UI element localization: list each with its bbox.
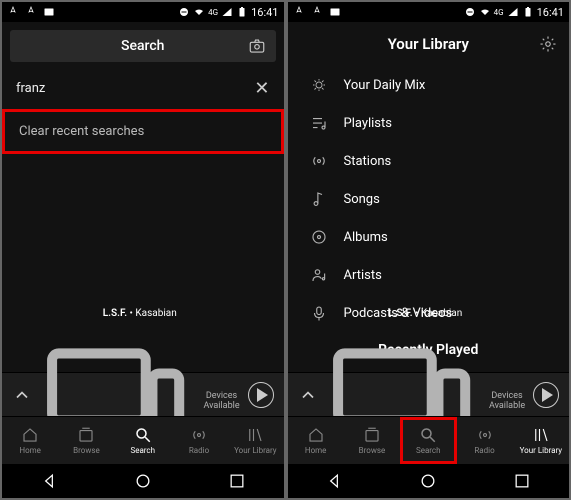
- recents-button[interactable]: [512, 471, 532, 491]
- phone-left: 4G 16:41 Search franz ✕ Clear recent sea…: [2, 2, 284, 498]
- page-title: Your Library: [388, 35, 469, 53]
- android-nav-bar: [2, 464, 284, 498]
- network-label: 4G: [494, 8, 504, 17]
- location-icon: [311, 6, 323, 18]
- lib-item-stations[interactable]: Stations: [288, 142, 570, 180]
- chevron-up-icon[interactable]: [298, 385, 318, 405]
- tab-browse[interactable]: Browse: [58, 417, 114, 464]
- clear-recent-searches[interactable]: Clear recent searches: [2, 109, 284, 154]
- recents-button[interactable]: [227, 471, 247, 491]
- image-notification-icon: [329, 6, 341, 18]
- wifi-icon: [193, 6, 205, 18]
- search-header: Search: [2, 22, 284, 70]
- location-icon: [7, 6, 19, 18]
- remove-recent-icon[interactable]: ✕: [254, 78, 269, 99]
- bottom-tabs: Home Browse Search Radio Your Library: [2, 416, 284, 464]
- tab-browse[interactable]: Browse: [344, 417, 400, 464]
- android-nav-bar: [288, 464, 570, 498]
- home-icon: [21, 426, 39, 444]
- home-button[interactable]: [418, 471, 438, 491]
- location-icon: [293, 6, 305, 18]
- lib-item-albums[interactable]: Albums: [288, 218, 570, 256]
- status-bar: 4G 16:41: [288, 2, 570, 22]
- camera-icon[interactable]: [248, 37, 266, 55]
- back-button[interactable]: [39, 471, 59, 491]
- stations-icon: [310, 152, 328, 170]
- daily-mix-icon: [310, 76, 328, 94]
- search-query: franz: [16, 81, 45, 96]
- search-icon: [134, 426, 152, 444]
- gear-icon[interactable]: [539, 35, 557, 53]
- search-title: Search: [38, 38, 248, 54]
- tab-search[interactable]: Search: [115, 417, 171, 464]
- play-button[interactable]: [248, 382, 274, 408]
- lib-item-songs[interactable]: Songs: [288, 180, 570, 218]
- albums-icon: [310, 228, 328, 246]
- image-notification-icon: [43, 6, 55, 18]
- library-icon: [246, 426, 264, 444]
- tab-library[interactable]: Your Library: [513, 417, 569, 464]
- signal-icon: [221, 6, 233, 18]
- signal-icon: [507, 6, 519, 18]
- dnd-icon: [178, 6, 190, 18]
- tab-radio[interactable]: Radio: [171, 417, 227, 464]
- home-button[interactable]: [133, 471, 153, 491]
- back-button[interactable]: [324, 471, 344, 491]
- lib-item-daily-mix[interactable]: Your Daily Mix: [288, 66, 570, 104]
- location-icon: [25, 6, 37, 18]
- play-button[interactable]: [533, 382, 559, 408]
- playlists-icon: [310, 114, 328, 132]
- artists-icon: [310, 266, 328, 284]
- browse-icon: [77, 426, 95, 444]
- search-bar[interactable]: Search: [10, 30, 276, 62]
- recent-search-item[interactable]: franz ✕: [2, 70, 284, 107]
- clock: 16:41: [251, 6, 278, 19]
- lib-item-artists[interactable]: Artists: [288, 256, 570, 294]
- now-playing-bar[interactable]: L.S.F. • Kasabian Devices Available: [288, 372, 570, 416]
- tab-home[interactable]: Home: [2, 417, 58, 464]
- dnd-icon: [464, 6, 476, 18]
- wifi-icon: [479, 6, 491, 18]
- battery-icon: [522, 6, 534, 18]
- network-label: 4G: [208, 8, 218, 17]
- clock: 16:41: [537, 6, 564, 19]
- phone-right: 4G 16:41 Your Library Your Daily Mix Pla…: [288, 2, 570, 498]
- tab-search[interactable]: Search: [400, 417, 456, 464]
- now-playing-track: L.S.F. • Kasabian: [32, 308, 248, 319]
- library-header: Your Library: [288, 22, 570, 66]
- radio-icon: [476, 426, 494, 444]
- now-playing-track: L.S.F. • Kasabian: [318, 308, 534, 319]
- now-playing-bar[interactable]: L.S.F. • Kasabian Devices Available: [2, 372, 284, 416]
- bottom-tabs: Home Browse Search Radio Your Library: [288, 416, 570, 464]
- library-icon: [532, 426, 550, 444]
- tab-library[interactable]: Your Library: [227, 417, 283, 464]
- battery-icon: [236, 6, 248, 18]
- tab-home[interactable]: Home: [288, 417, 344, 464]
- radio-icon: [190, 426, 208, 444]
- tab-radio[interactable]: Radio: [456, 417, 512, 464]
- search-icon: [419, 426, 437, 444]
- home-icon: [307, 426, 325, 444]
- browse-icon: [363, 426, 381, 444]
- lib-item-playlists[interactable]: Playlists: [288, 104, 570, 142]
- chevron-up-icon[interactable]: [12, 385, 32, 405]
- status-bar: 4G 16:41: [2, 2, 284, 22]
- songs-icon: [310, 190, 328, 208]
